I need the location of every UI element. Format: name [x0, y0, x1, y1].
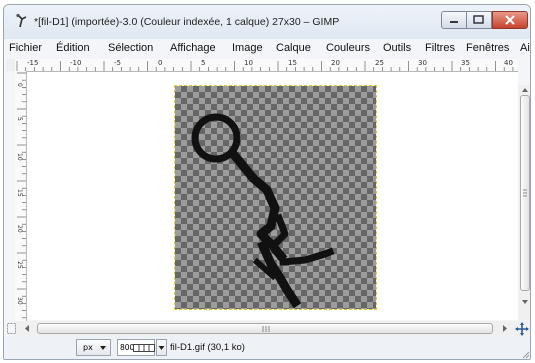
vertical-scrollbar[interactable]: [518, 85, 531, 320]
ruler-label: 30: [418, 59, 427, 67]
status-file-info: fil-D1.gif (30,1 ko): [170, 342, 245, 353]
stick-figure-drawing: [191, 113, 335, 309]
menu-calque[interactable]: Calque: [276, 42, 311, 54]
ruler-label: 25: [375, 59, 384, 67]
ruler-label: 5: [16, 117, 23, 121]
gimp-image-window: *[fil-D1] (importée)-3.0 (Couleur indexé…: [3, 4, 531, 360]
ruler-label: 30: [16, 297, 23, 305]
close-icon: [505, 15, 515, 25]
navigate-icon[interactable]: [515, 322, 529, 336]
ruler-label: 20: [331, 59, 340, 67]
horizontal-scroll-thumb[interactable]: [37, 323, 493, 334]
menu-aide[interactable]: Ai: [520, 42, 530, 54]
vertical-scroll-thumb[interactable]: [520, 95, 530, 291]
zoom-field-icon: [133, 344, 155, 352]
arrow-right-icon[interactable]: [499, 321, 511, 336]
menu-bar: Fichier Édition Sélection Affichage Imag…: [6, 39, 530, 57]
ruler-label: -10: [70, 59, 82, 67]
ruler-horizontal[interactable]: -15 -10 -5 0 5 10 15 20 25 30 35 40: [15, 59, 518, 72]
ruler-label: 0: [16, 83, 23, 87]
menu-image[interactable]: Image: [232, 42, 263, 54]
ruler-label: 15: [288, 59, 297, 67]
unit-value: px: [83, 343, 93, 352]
resize-grip-icon[interactable]: [520, 349, 530, 359]
ruler-corner[interactable]: [6, 59, 15, 71]
menu-edition[interactable]: Édition: [56, 42, 90, 54]
menu-couleurs[interactable]: Couleurs: [326, 42, 370, 54]
ruler-label: 25: [16, 261, 23, 269]
quick-mask-icon[interactable]: [6, 322, 17, 335]
zoom-dropdown-button[interactable]: [156, 339, 167, 356]
arrow-left-icon[interactable]: [21, 321, 33, 336]
gimp-icon: [16, 13, 27, 28]
ruler-label: 20: [16, 225, 23, 233]
menu-affichage[interactable]: Affichage: [170, 42, 216, 54]
ruler-label: 0: [158, 59, 163, 67]
chevron-down-icon: [158, 346, 165, 350]
maximize-button[interactable]: [467, 11, 492, 29]
ruler-label: 10: [244, 59, 253, 67]
menu-fichier[interactable]: Fichier: [9, 42, 42, 54]
unit-select[interactable]: px: [76, 339, 111, 356]
menu-selection[interactable]: Sélection: [108, 42, 153, 54]
close-button[interactable]: [492, 11, 528, 29]
menu-outils[interactable]: Outils: [383, 42, 411, 54]
ruler-label: 5: [201, 59, 206, 67]
horizontal-scrollbar[interactable]: [7, 321, 530, 336]
ruler-label: 40: [504, 59, 513, 67]
ruler-vertical[interactable]: 0 5 10 15 20 25 30: [15, 71, 27, 321]
ruler-label: -5: [114, 59, 121, 67]
ruler-label: 10: [16, 153, 23, 161]
title-bar[interactable]: *[fil-D1] (importée)-3.0 (Couleur indexé…: [4, 5, 530, 39]
status-bar: px 800 fil-D1.gif (30,1 ko): [4, 336, 530, 359]
arrow-down-icon[interactable]: [518, 297, 531, 307]
minimize-button[interactable]: [441, 11, 467, 29]
ruler-label: 35: [461, 59, 470, 67]
ruler-label: -15: [27, 59, 39, 67]
menu-filtres[interactable]: Filtres: [425, 42, 455, 54]
ruler-ticks: [16, 61, 514, 71]
window-title: *[fil-D1] (importée)-3.0 (Couleur indexé…: [34, 16, 340, 28]
zoom-input[interactable]: 800: [117, 339, 155, 356]
maximize-icon: [473, 15, 484, 24]
arrow-up-icon[interactable]: [518, 85, 531, 95]
image-canvas[interactable]: [174, 85, 377, 310]
minimize-icon: [450, 21, 458, 23]
ruler-label: 15: [16, 189, 23, 197]
chevron-down-icon: [100, 346, 106, 350]
menu-fenetres[interactable]: Fenêtres: [466, 42, 509, 54]
